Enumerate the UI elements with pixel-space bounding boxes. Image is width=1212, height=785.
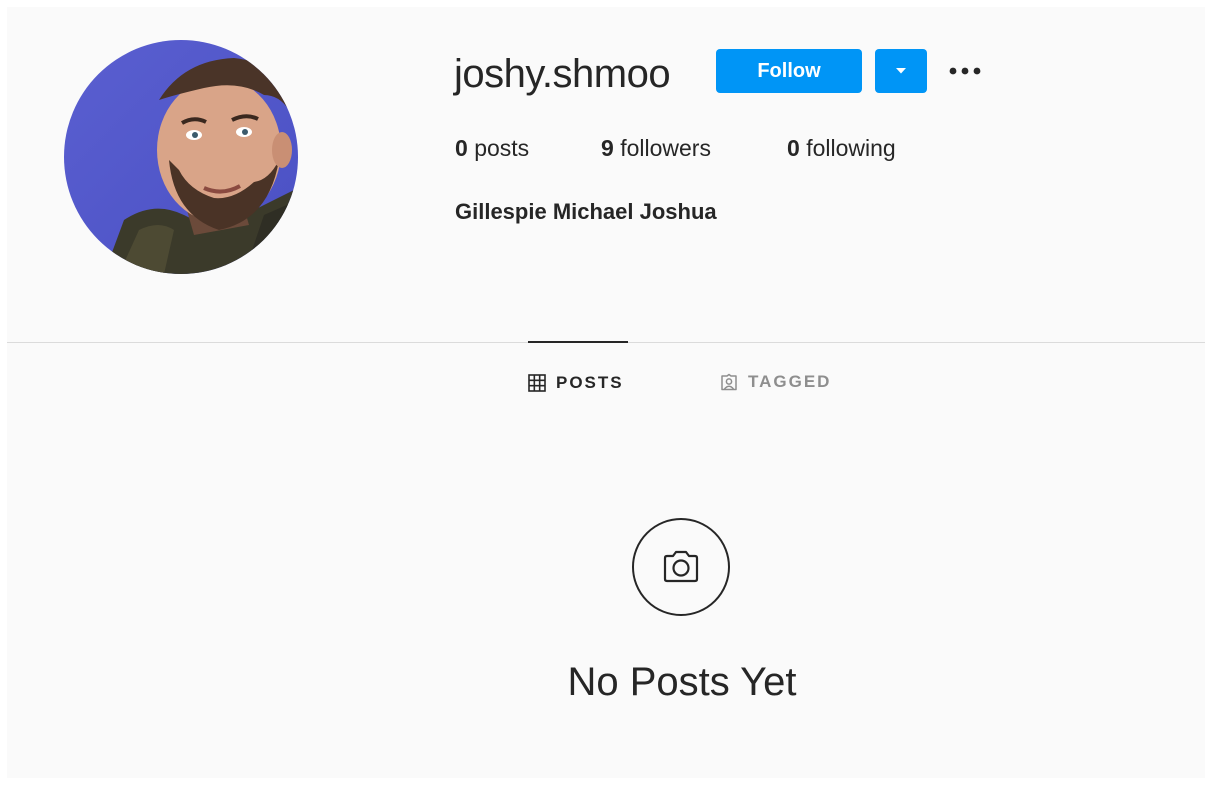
profile-photo-avatar xyxy=(64,40,298,274)
profile-page: joshy.shmoo Follow 0 posts 9 followers 0… xyxy=(7,7,1205,778)
following-count-label: following xyxy=(806,135,896,161)
more-options-icon xyxy=(949,67,981,75)
empty-state-title: No Posts Yet xyxy=(567,660,797,704)
full-name: Gillespie Michael Joshua xyxy=(455,199,717,224)
following-count-value: 0 xyxy=(787,135,800,161)
more-options-button[interactable] xyxy=(943,55,987,87)
tab-posts-label: POSTS xyxy=(556,373,624,392)
camera-icon xyxy=(663,550,699,583)
grid-icon xyxy=(528,374,546,392)
follow-button[interactable]: Follow xyxy=(716,49,862,93)
tab-tagged-label: TAGGED xyxy=(748,372,832,391)
suggestions-dropdown-button[interactable] xyxy=(875,49,927,93)
posts-count: 0 posts xyxy=(455,133,529,163)
username: joshy.shmoo xyxy=(454,52,671,96)
tab-tagged[interactable]: TAGGED xyxy=(720,342,840,422)
followers-count[interactable]: 9 followers xyxy=(601,133,711,163)
followers-count-value: 9 xyxy=(601,135,614,161)
posts-count-label: posts xyxy=(474,135,530,161)
posts-count-value: 0 xyxy=(455,135,468,161)
caret-down-icon xyxy=(896,68,906,74)
tab-posts[interactable]: POSTS xyxy=(528,341,628,423)
followers-count-label: followers xyxy=(620,135,711,161)
tagged-icon xyxy=(721,373,737,391)
empty-state-camera xyxy=(632,518,730,616)
avatar[interactable] xyxy=(64,40,298,274)
following-count[interactable]: 0 following xyxy=(787,133,896,163)
